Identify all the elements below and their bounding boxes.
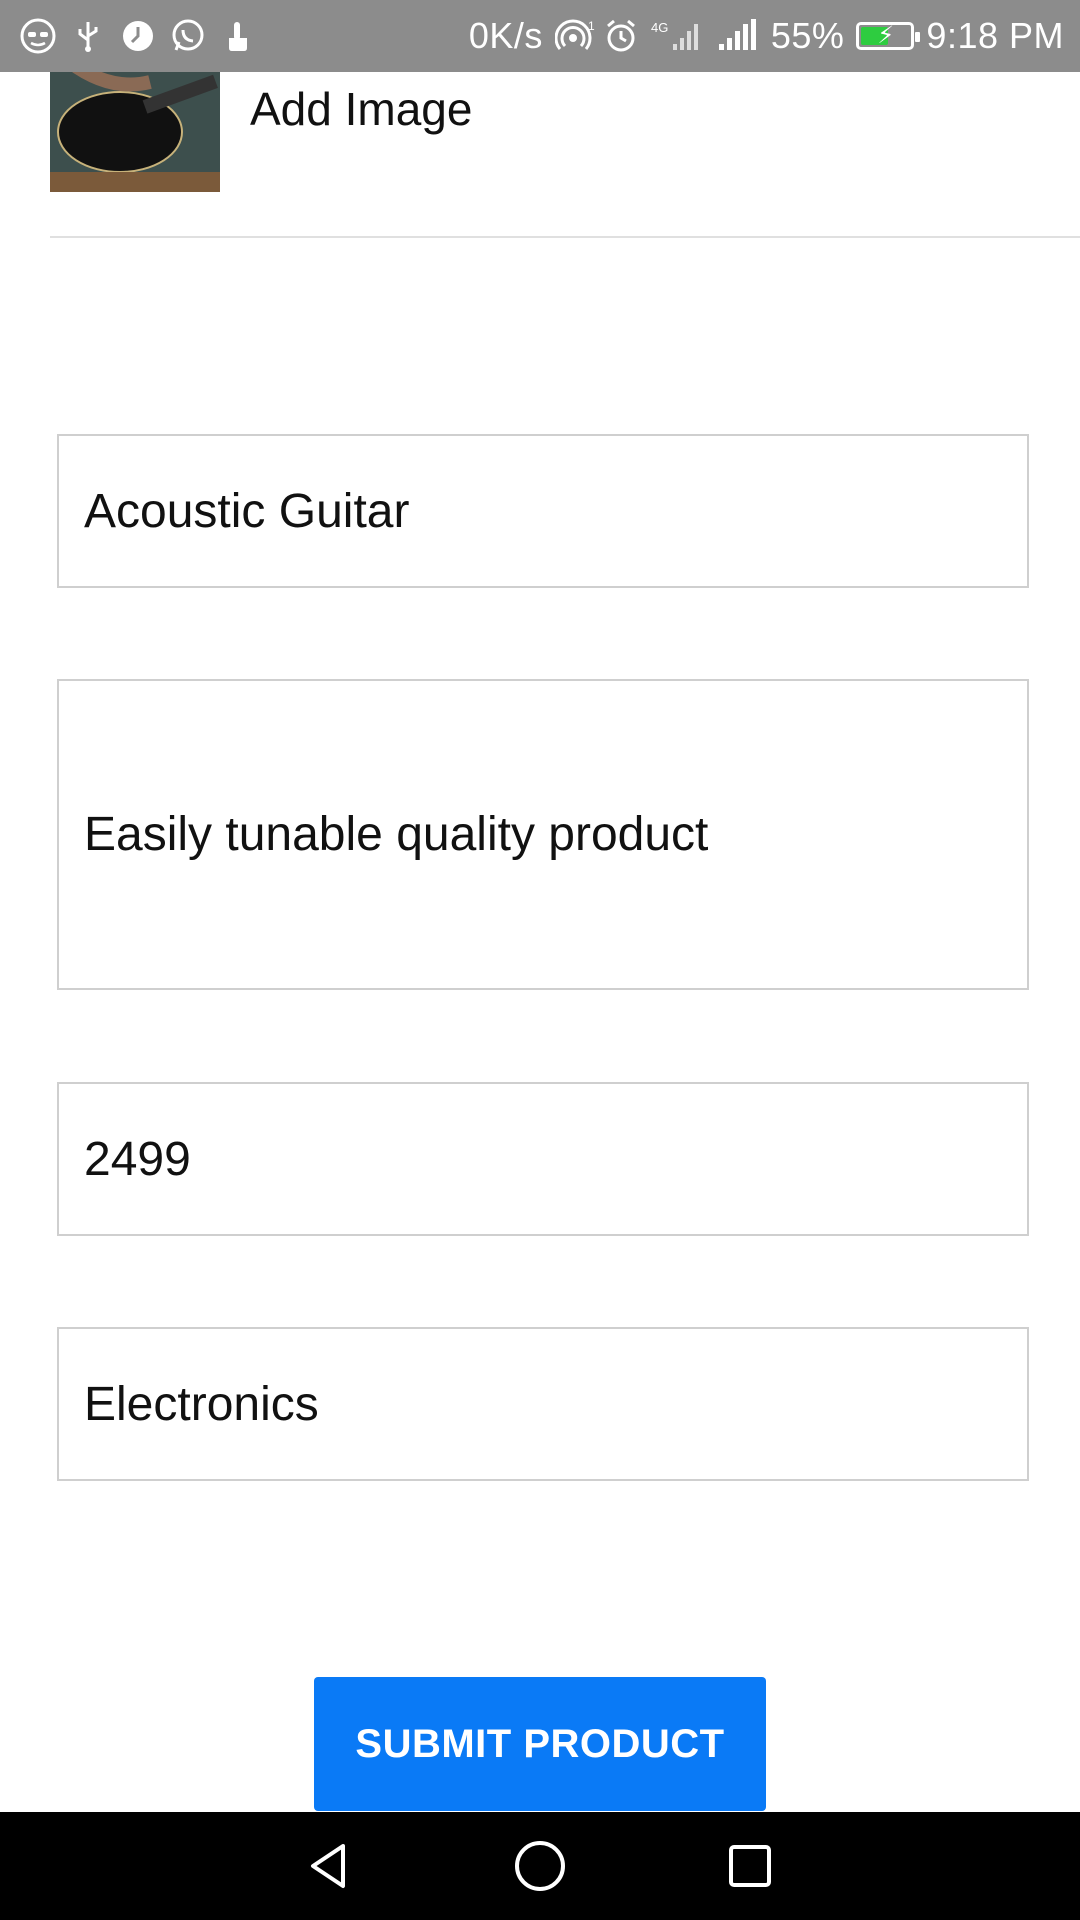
whatsapp-icon	[170, 18, 206, 54]
net-speed: 0K/s	[468, 15, 543, 56]
product-description-input[interactable]	[84, 807, 1027, 862]
product-category-field[interactable]	[57, 1327, 1029, 1481]
product-price-field[interactable]	[57, 1082, 1029, 1236]
product-name-field[interactable]	[57, 434, 1029, 588]
incognito-icon	[20, 18, 56, 54]
navigation-bar	[0, 1812, 1080, 1920]
signal-4g-icon: 4G	[651, 18, 703, 54]
divider	[50, 236, 1080, 238]
product-name-input[interactable]	[84, 483, 1027, 539]
battery-icon: ⚡	[856, 22, 921, 50]
product-price-input[interactable]	[84, 1131, 1027, 1187]
clock-icon	[120, 18, 156, 54]
svg-text:4G: 4G	[651, 20, 668, 35]
status-bar: 0K/s 1 4G 55% ⚡ 9:18 PM	[0, 0, 1080, 72]
battery-percent: 55%	[770, 15, 845, 56]
home-icon[interactable]	[510, 1836, 570, 1896]
status-bar-left	[20, 18, 256, 54]
hotspot-icon: 1	[554, 18, 595, 54]
add-product-screen: 0K/s 1 4G 55% ⚡ 9:18 PM Add Image Acoust…	[0, 0, 1080, 1920]
signal-icon	[715, 18, 759, 54]
status-bar-right: 0K/s 1 4G 55% ⚡ 9:18 PM	[469, 15, 1064, 57]
back-icon[interactable]	[300, 1836, 360, 1896]
add-image-button[interactable]: Add Image	[250, 82, 472, 136]
product-description-field[interactable]	[57, 679, 1029, 990]
charging-bolt-icon: ⚡	[877, 22, 895, 49]
touch-icon	[220, 18, 256, 54]
alarm-icon	[603, 18, 639, 54]
usb-icon	[70, 18, 106, 54]
recents-icon[interactable]	[720, 1836, 780, 1896]
svg-text:1: 1	[588, 19, 595, 33]
product-category-input[interactable]	[84, 1376, 1027, 1432]
submit-product-button[interactable]: SUBMIT PRODUCT	[314, 1677, 766, 1811]
clock-time: 9:18 PM	[926, 15, 1064, 56]
